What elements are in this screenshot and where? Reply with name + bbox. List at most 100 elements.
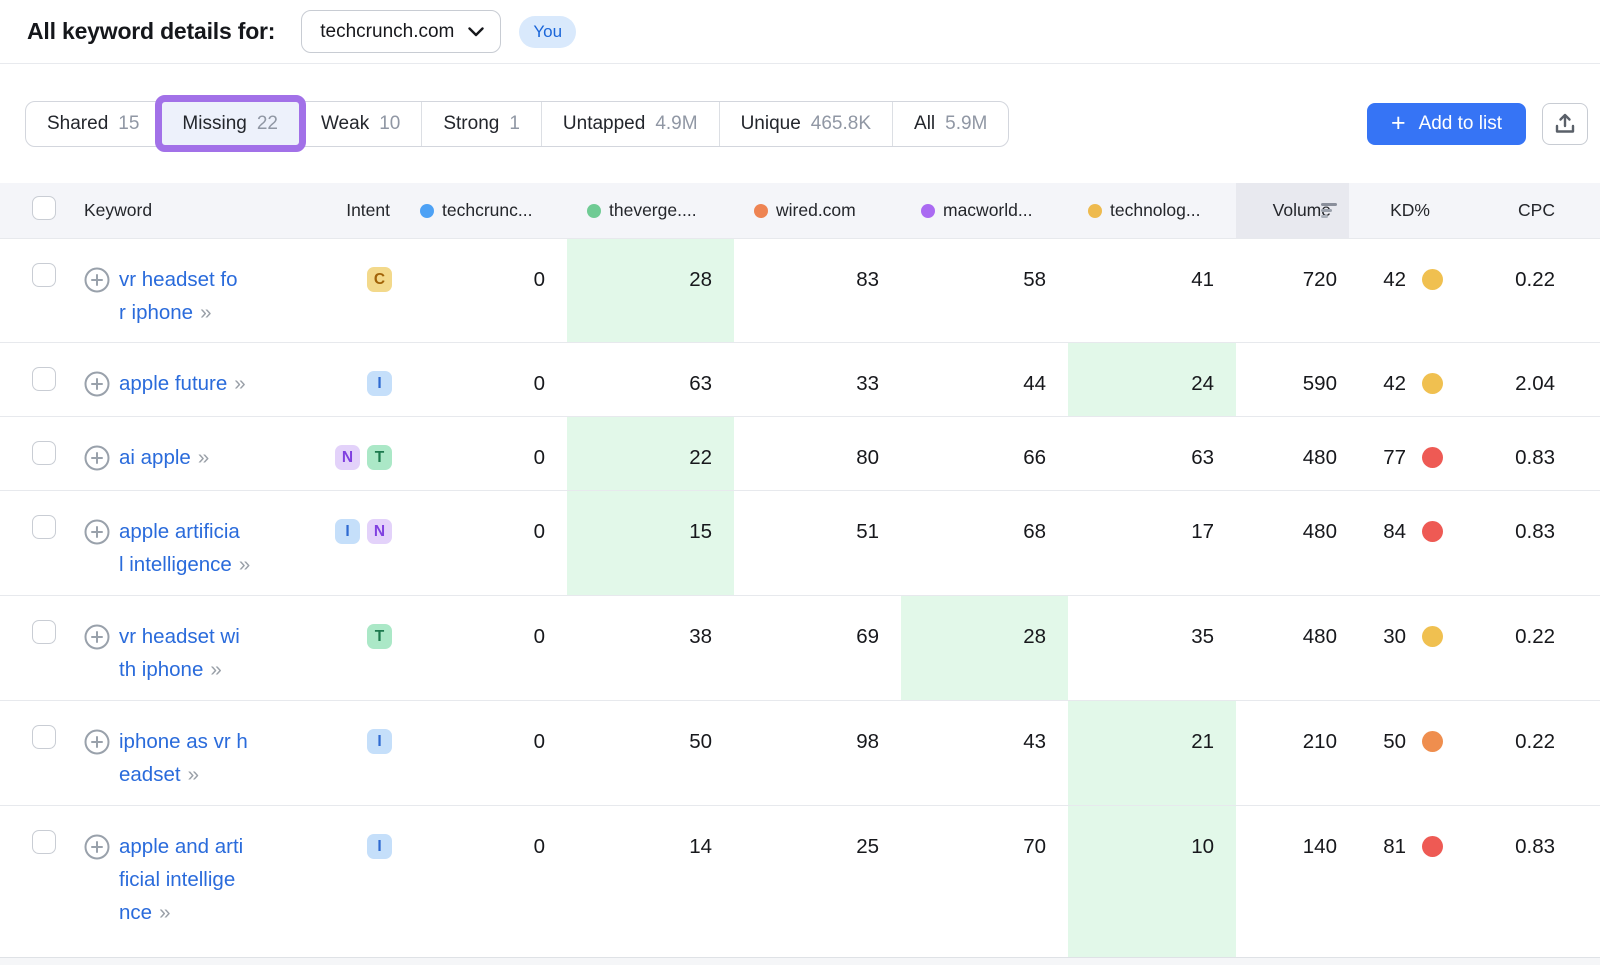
col-header-keyword[interactable]: Keyword xyxy=(84,200,320,221)
tab-untapped[interactable]: Untapped 4.9M xyxy=(541,102,719,146)
keyword-link[interactable]: iphone as vr h eadset xyxy=(119,730,248,786)
tab-missing[interactable]: Missing 22 xyxy=(160,102,299,146)
col-header-macworld[interactable]: macworld... xyxy=(901,200,1068,221)
keyword-table: Keyword Intent techcrunc... theverge....… xyxy=(0,183,1600,965)
keyword-link[interactable]: ai apple xyxy=(119,446,191,469)
table-header-row: Keyword Intent techcrunc... theverge....… xyxy=(0,183,1600,238)
col-header-cpc[interactable]: CPC xyxy=(1453,200,1600,221)
intent-badge: T xyxy=(367,445,392,470)
col-header-wired[interactable]: wired.com xyxy=(734,200,901,221)
value-theverge: 28 xyxy=(567,239,734,342)
volume-value: 590 xyxy=(1236,343,1349,416)
value-wired: 33 xyxy=(734,343,901,416)
add-keyword-icon[interactable] xyxy=(84,519,110,545)
intent-badge: I xyxy=(367,729,392,754)
value-macworld: 44 xyxy=(901,343,1068,416)
kd-dot-icon xyxy=(1422,731,1443,752)
table-row: ai apple» N T 0 22 80 66 63 480 77 0.83 xyxy=(0,416,1600,490)
value-macworld: 43 xyxy=(901,701,1068,805)
table-row: vr headset fo r iphone» C 0 28 83 58 41 … xyxy=(0,238,1600,342)
domain-selector-dropdown[interactable]: techcrunch.com xyxy=(301,10,501,53)
kd-value: 50 xyxy=(1383,725,1406,758)
row-checkbox[interactable] xyxy=(32,263,56,287)
value-wired: 25 xyxy=(734,806,901,957)
table-row: vr headset wi th iphone» T 0 38 69 28 35… xyxy=(0,595,1600,700)
cpc-value: 0.83 xyxy=(1453,806,1600,957)
intent-badge: T xyxy=(367,624,392,649)
open-keyword-arrows-icon[interactable]: » xyxy=(188,758,199,791)
keyword-link[interactable]: vr headset fo r iphone xyxy=(119,268,238,324)
intent-badge: N xyxy=(335,445,360,470)
tab-shared[interactable]: Shared 15 xyxy=(26,102,160,146)
wired-dot-icon xyxy=(754,204,768,218)
value-techcrunch: 0 xyxy=(400,491,567,595)
value-macworld: 66 xyxy=(901,417,1068,490)
keyword-link[interactable]: apple and arti ficial intellige nce xyxy=(119,835,243,924)
open-keyword-arrows-icon[interactable]: » xyxy=(210,653,221,686)
kd-value: 42 xyxy=(1383,367,1406,400)
keyword-link[interactable]: apple future xyxy=(119,372,227,395)
kd-value: 30 xyxy=(1383,620,1406,653)
value-theverge: 50 xyxy=(567,701,734,805)
intent-badge: C xyxy=(367,267,392,292)
value-macworld: 28 xyxy=(901,596,1068,700)
open-keyword-arrows-icon[interactable]: » xyxy=(159,896,170,929)
cpc-value: 2.04 xyxy=(1453,343,1600,416)
add-keyword-icon[interactable] xyxy=(84,834,110,860)
select-all-checkbox[interactable] xyxy=(32,196,56,220)
value-wired: 98 xyxy=(734,701,901,805)
col-header-theverge[interactable]: theverge.... xyxy=(567,200,734,221)
value-techcrunch: 0 xyxy=(400,596,567,700)
tab-strong[interactable]: Strong 1 xyxy=(421,102,541,146)
value-theverge: 63 xyxy=(567,343,734,416)
value-technologyreview: 24 xyxy=(1068,343,1236,416)
row-checkbox[interactable] xyxy=(32,367,56,391)
export-button[interactable] xyxy=(1542,103,1588,145)
value-techcrunch: 0 xyxy=(400,343,567,416)
col-header-intent[interactable]: Intent xyxy=(320,200,400,221)
tab-weak[interactable]: Weak 10 xyxy=(299,102,421,146)
chevron-down-icon xyxy=(468,27,484,37)
add-keyword-icon[interactable] xyxy=(84,267,110,293)
row-checkbox[interactable] xyxy=(32,830,56,854)
value-wired: 69 xyxy=(734,596,901,700)
open-keyword-arrows-icon[interactable]: » xyxy=(198,441,209,474)
tab-all[interactable]: All 5.9M xyxy=(892,102,1008,146)
tab-unique[interactable]: Unique 465.8K xyxy=(719,102,892,146)
table-row: iphone as vr h eadset» I 0 50 98 43 21 2… xyxy=(0,700,1600,805)
volume-value: 480 xyxy=(1236,417,1349,490)
value-technologyreview: 35 xyxy=(1068,596,1236,700)
row-checkbox[interactable] xyxy=(32,620,56,644)
row-checkbox[interactable] xyxy=(32,725,56,749)
open-keyword-arrows-icon[interactable]: » xyxy=(239,548,250,581)
intent-badge: I xyxy=(335,519,360,544)
theverge-dot-icon xyxy=(587,204,601,218)
top-bar: All keyword details for: techcrunch.com … xyxy=(0,0,1600,64)
value-theverge: 22 xyxy=(567,417,734,490)
row-checkbox[interactable] xyxy=(32,441,56,465)
add-keyword-icon[interactable] xyxy=(84,729,110,755)
kd-dot-icon xyxy=(1422,373,1443,394)
add-keyword-icon[interactable] xyxy=(84,371,110,397)
col-header-volume-sorted[interactable]: Volume xyxy=(1236,183,1349,238)
add-keyword-icon[interactable] xyxy=(84,624,110,650)
col-header-techcrunch[interactable]: techcrunc... xyxy=(400,200,567,221)
row-checkbox[interactable] xyxy=(32,515,56,539)
col-header-technologyreview[interactable]: technolog... xyxy=(1068,200,1236,221)
kd-dot-icon xyxy=(1422,836,1443,857)
open-keyword-arrows-icon[interactable]: » xyxy=(200,296,211,329)
value-technologyreview: 41 xyxy=(1068,239,1236,342)
add-to-list-button[interactable]: + Add to list xyxy=(1367,103,1526,145)
open-keyword-arrows-icon[interactable]: » xyxy=(234,367,245,400)
keyword-link[interactable]: apple artificia l intelligence xyxy=(119,520,240,576)
col-header-kd[interactable]: KD% xyxy=(1349,200,1453,221)
page-title: All keyword details for: xyxy=(27,18,275,45)
add-keyword-icon[interactable] xyxy=(84,445,110,471)
table-row: apple and arti ficial intellige nce» I 0… xyxy=(0,805,1600,957)
export-icon xyxy=(1554,113,1576,135)
intent-badge: I xyxy=(367,371,392,396)
you-badge: You xyxy=(519,16,576,48)
volume-value: 140 xyxy=(1236,806,1349,957)
kd-value: 81 xyxy=(1383,830,1406,863)
value-technologyreview: 17 xyxy=(1068,491,1236,595)
